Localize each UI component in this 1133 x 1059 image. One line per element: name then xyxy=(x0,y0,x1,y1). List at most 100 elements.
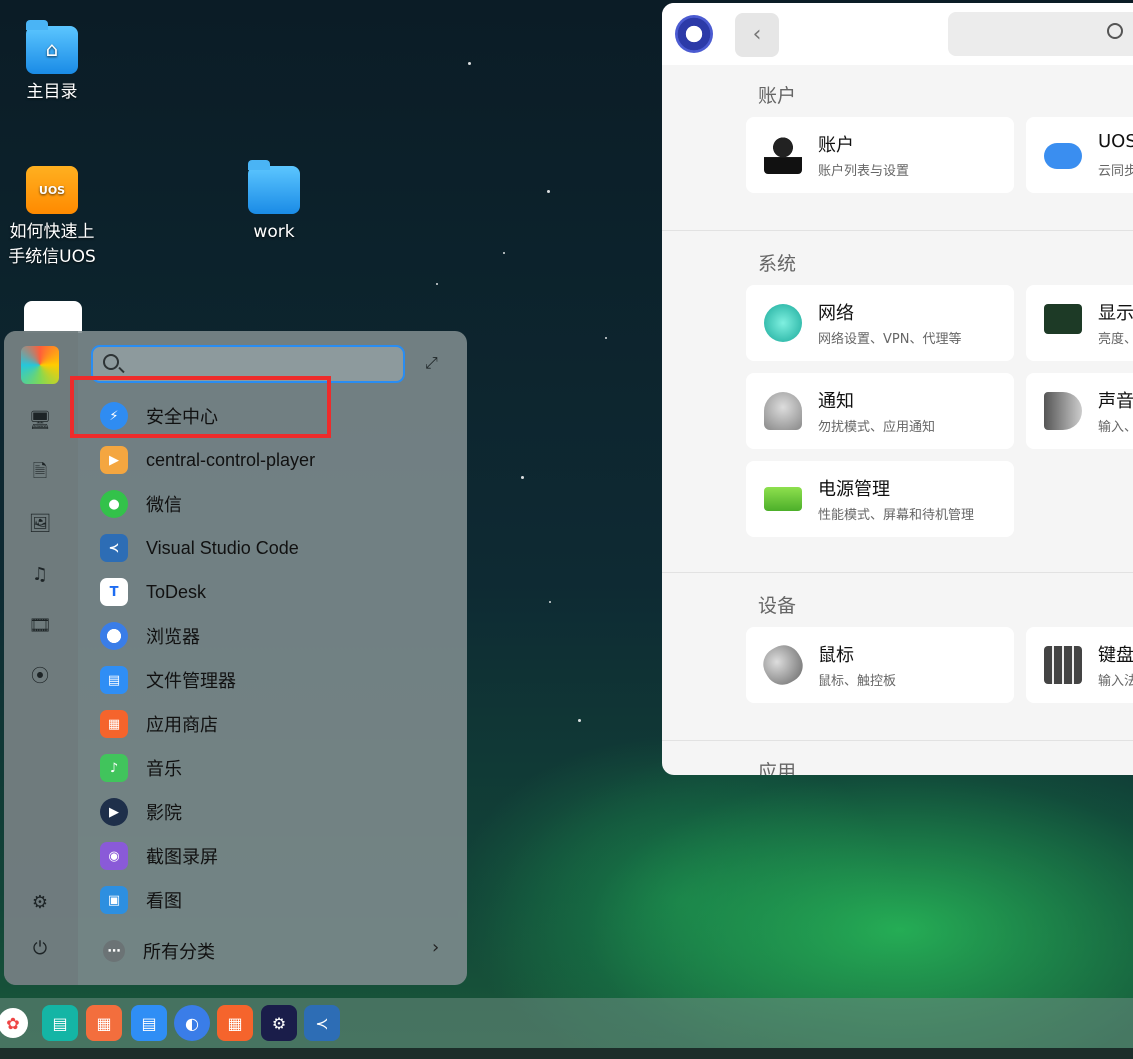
taskbar-app-store-icon[interactable]: ▦ xyxy=(217,1005,253,1041)
app-item-cinema[interactable]: ▶ 影院 xyxy=(100,792,400,832)
card-subtitle: 输入、 xyxy=(1098,420,1133,435)
power-icon[interactable]: ⏻ xyxy=(28,937,52,961)
divider xyxy=(662,740,1133,741)
speaker-icon xyxy=(1044,392,1082,430)
card-title: 键盘 xyxy=(1098,645,1133,666)
globe-icon xyxy=(764,304,802,342)
app-item-todesk[interactable]: T ToDesk xyxy=(100,572,400,612)
card-mouse[interactable]: 鼠标 鼠标、触控板 xyxy=(746,627,1014,703)
bottom-strip xyxy=(0,1048,1133,1059)
bulb-icon: UOS xyxy=(26,166,78,214)
titlebar: ‹ xyxy=(662,3,1133,65)
app-item-browser[interactable]: 浏览器 xyxy=(100,616,400,656)
divider xyxy=(662,572,1133,573)
app-item-screenshot[interactable]: ◉ 截图录屏 xyxy=(100,836,400,876)
multitask-view-icon[interactable]: ▤ xyxy=(42,1005,78,1041)
settings-gear-icon[interactable]: ⚙ xyxy=(28,891,52,915)
card-subtitle: 网络设置、VPN、代理等 xyxy=(818,332,962,347)
section-title-system: 系统 xyxy=(758,253,797,275)
card-uos-cloud[interactable]: UOS 云同步 xyxy=(1026,117,1133,193)
app-item-central-control-player[interactable]: ▶ central-control-player xyxy=(100,440,400,480)
home-folder-icon: ⌂ xyxy=(26,20,78,74)
card-subtitle: 输入法 xyxy=(1098,674,1133,689)
card-subtitle: 亮度、 xyxy=(1098,332,1133,347)
launcher-panel: 🖥 🗎 🖼 ♫ 🎞 ⦿ ⚙ ⏻ ⤢ ⚡ 安全中心 ▶ central-contr… xyxy=(4,331,467,985)
card-title: 网络 xyxy=(818,303,854,324)
search-icon xyxy=(103,354,119,370)
app-item-wechat[interactable]: ● 微信 xyxy=(100,484,400,524)
cloud-icon xyxy=(1044,143,1082,169)
user-icon xyxy=(764,136,802,174)
desktop-icon-uos-guide[interactable]: UOS 如何快速上 手统信UOS xyxy=(0,166,107,270)
card-title: UOS xyxy=(1098,131,1133,152)
monitor-icon xyxy=(1044,304,1082,334)
back-button[interactable]: ‹ xyxy=(735,13,779,57)
workspace-icon[interactable]: ▦ xyxy=(86,1005,122,1041)
card-title: 鼠标 xyxy=(818,645,854,666)
taskbar-file-manager-icon[interactable]: ▤ xyxy=(131,1005,167,1041)
bell-icon xyxy=(764,392,802,430)
search-icon xyxy=(1107,23,1123,39)
section-title-devices: 设备 xyxy=(758,595,797,617)
launcher-search-input[interactable] xyxy=(129,353,389,377)
card-power[interactable]: 电源管理 性能模式、屏幕和待机管理 xyxy=(746,461,1014,537)
music-icon[interactable]: ♫ xyxy=(28,563,52,587)
fullscreen-toggle-icon[interactable]: ⤢ xyxy=(425,353,447,375)
desktop-icon-partial[interactable] xyxy=(24,301,82,333)
card-network[interactable]: 网络 网络设置、VPN、代理等 xyxy=(746,285,1014,361)
card-account[interactable]: 账户 账户列表与设置 xyxy=(746,117,1014,193)
card-display[interactable]: 显示 亮度、 xyxy=(1026,285,1133,361)
download-icon[interactable]: ⦿ xyxy=(28,665,52,689)
divider xyxy=(662,230,1133,231)
app-item-vscode[interactable]: ≺ Visual Studio Code xyxy=(100,528,400,568)
all-categories-button[interactable]: ⋯ 所有分类 xyxy=(100,931,400,971)
app-label: 看图 xyxy=(146,891,182,911)
vscode-icon: ≺ xyxy=(100,534,128,562)
app-item-app-store[interactable]: ▦ 应用商店 xyxy=(100,704,400,744)
card-title: 通知 xyxy=(818,391,854,412)
card-sound[interactable]: 声音 输入、 xyxy=(1026,373,1133,449)
app-item-file-manager[interactable]: ▤ 文件管理器 xyxy=(100,660,400,700)
desktop-icon-home[interactable]: ⌂ 主目录 xyxy=(0,20,107,105)
taskbar-browser-icon[interactable]: ◐ xyxy=(174,1005,210,1041)
app-label: 应用商店 xyxy=(146,715,218,735)
desktop-icon-work[interactable]: work xyxy=(219,160,329,245)
card-subtitle: 勿扰模式、应用通知 xyxy=(818,420,936,435)
desktop-icon-label-line1: 如何快速上 xyxy=(9,222,95,242)
taskbar-control-center-icon[interactable]: ⚙ xyxy=(261,1005,297,1041)
star xyxy=(468,62,471,65)
picture-icon[interactable]: 🖼 xyxy=(28,512,52,536)
battery-icon xyxy=(764,487,802,511)
app-label: 文件管理器 xyxy=(146,671,236,691)
store-bag-icon: ▦ xyxy=(100,710,128,738)
settings-search-input[interactable] xyxy=(948,12,1133,56)
app-label: 音乐 xyxy=(146,759,182,779)
file-manager-icon: ▤ xyxy=(100,666,128,694)
play-icon: ▶ xyxy=(100,798,128,826)
app-item-image-viewer[interactable]: ▣ 看图 xyxy=(100,880,400,920)
control-center-window: ‹ 账户 账户 账户列表与设置 UOS 云同步 系统 网络 网络设置、VPN、代… xyxy=(662,3,1133,775)
browser-icon xyxy=(100,622,128,650)
computer-icon[interactable]: 🖥 xyxy=(28,409,52,433)
launcher-icon[interactable]: ✿ xyxy=(0,1008,28,1038)
card-title: 显示 xyxy=(1098,303,1133,324)
section-title-apps: 应用 xyxy=(758,761,797,775)
wechat-icon: ● xyxy=(100,490,128,518)
annotation-highlight-box xyxy=(70,376,331,438)
app-item-music[interactable]: ♪ 音乐 xyxy=(100,748,400,788)
video-icon[interactable]: 🎞 xyxy=(28,614,52,638)
card-subtitle: 性能模式、屏幕和待机管理 xyxy=(818,508,975,523)
star xyxy=(549,601,551,603)
star xyxy=(578,719,581,722)
card-subtitle: 账户列表与设置 xyxy=(818,164,910,179)
card-notification[interactable]: 通知 勿扰模式、应用通知 xyxy=(746,373,1014,449)
card-subtitle: 云同步 xyxy=(1098,164,1133,179)
avatar[interactable] xyxy=(21,346,59,384)
card-keyboard[interactable]: 键盘 输入法 xyxy=(1026,627,1133,703)
card-title: 账户 xyxy=(818,135,854,156)
chevron-right-icon: › xyxy=(432,937,440,958)
launcher-sidebar: 🖥 🗎 🖼 ♫ 🎞 ⦿ ⚙ ⏻ xyxy=(4,331,78,985)
app-label: 浏览器 xyxy=(146,627,200,647)
document-icon[interactable]: 🗎 xyxy=(28,460,52,484)
taskbar-vscode-icon[interactable]: ≺ xyxy=(304,1005,340,1041)
